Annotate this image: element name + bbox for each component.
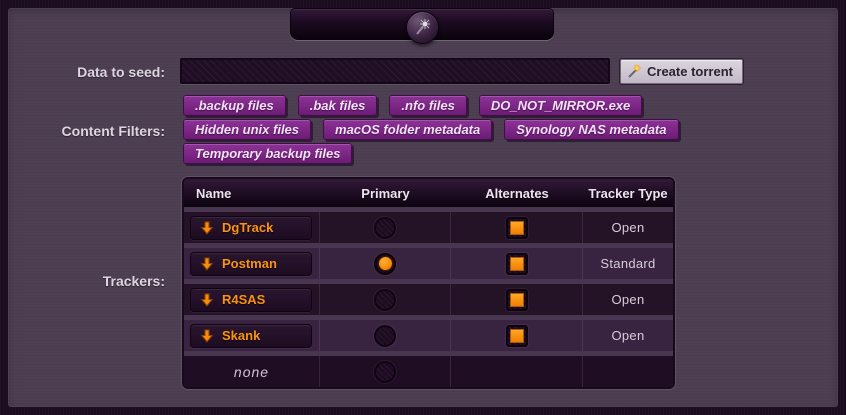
tracker-type-value: Standard bbox=[600, 256, 655, 271]
filter-chip-nfo-files[interactable]: .nfo files bbox=[389, 95, 466, 116]
tracker-row-dgtrack: DgTrack Open bbox=[184, 212, 673, 243]
download-arrow-icon bbox=[200, 293, 214, 307]
tracker-row-r4sas: R4SAS Open bbox=[184, 284, 673, 315]
filter-chip-macos-folder-metadata[interactable]: macOS folder metadata bbox=[323, 119, 492, 140]
filter-chip-temporary-backup-files[interactable]: Temporary backup files bbox=[183, 143, 352, 164]
primary-radio-dgtrack[interactable] bbox=[374, 217, 396, 239]
download-arrow-icon bbox=[200, 221, 214, 235]
download-arrow-icon bbox=[200, 257, 214, 271]
tracker-name-label: Skank bbox=[222, 328, 260, 343]
tracker-type-value: Open bbox=[611, 220, 644, 235]
trackers-table-body: DgTrack Open Postman bbox=[184, 207, 673, 387]
collapse-handle-bar bbox=[290, 8, 554, 40]
content-filters-label: Content Filters: bbox=[0, 123, 165, 139]
filter-chip-row-1: .backup files .bak files .nfo files DO_N… bbox=[183, 95, 642, 116]
tracker-name-button-dgtrack[interactable]: DgTrack bbox=[190, 216, 312, 240]
tracker-none-label: none bbox=[234, 364, 269, 380]
tracker-row-postman: Postman Standard bbox=[184, 248, 673, 279]
download-arrow-icon bbox=[200, 329, 214, 343]
column-header-name: Name bbox=[184, 186, 320, 201]
primary-radio-none[interactable] bbox=[374, 361, 396, 383]
filter-chip-backup-files[interactable]: .backup files bbox=[183, 95, 286, 116]
filter-chip-row-2: Hidden unix files macOS folder metadata … bbox=[183, 119, 679, 140]
trackers-table-header: Name Primary Alternates Tracker Type bbox=[184, 179, 673, 207]
magic-wand-icon bbox=[627, 64, 642, 79]
create-torrent-button-label: Create torrent bbox=[647, 64, 733, 79]
filter-chip-row-3: Temporary backup files bbox=[183, 143, 352, 164]
alternates-checkbox-dgtrack[interactable] bbox=[506, 217, 528, 239]
data-to-seed-label: Data to seed: bbox=[0, 64, 165, 80]
primary-radio-skank[interactable] bbox=[374, 325, 396, 347]
alternates-checkbox-skank[interactable] bbox=[506, 325, 528, 347]
data-to-seed-input[interactable] bbox=[180, 58, 610, 84]
tracker-name-button-skank[interactable]: Skank bbox=[190, 324, 312, 348]
alternates-checkbox-postman[interactable] bbox=[506, 253, 528, 275]
torrent-creator-window: Data to seed: Create torrent Content Fil… bbox=[0, 0, 846, 415]
create-torrent-button[interactable]: Create torrent bbox=[620, 59, 743, 84]
tracker-name-label: DgTrack bbox=[222, 220, 273, 235]
alternates-checkbox-r4sas[interactable] bbox=[506, 289, 528, 311]
column-header-tracker-type: Tracker Type bbox=[583, 186, 673, 201]
primary-radio-r4sas[interactable] bbox=[374, 289, 396, 311]
trackers-table: Name Primary Alternates Tracker Type DgT… bbox=[182, 177, 675, 389]
trackers-label: Trackers: bbox=[0, 273, 165, 289]
tracker-name-button-r4sas[interactable]: R4SAS bbox=[190, 288, 312, 312]
tracker-name-button-postman[interactable]: Postman bbox=[190, 252, 312, 276]
tracker-row-none: none bbox=[184, 356, 673, 387]
tracker-type-value: Open bbox=[611, 328, 644, 343]
tracker-type-value: Open bbox=[611, 292, 644, 307]
filter-chip-hidden-unix-files[interactable]: Hidden unix files bbox=[183, 119, 311, 140]
filter-chip-do-not-mirror[interactable]: DO_NOT_MIRROR.exe bbox=[479, 95, 642, 116]
collapse-knob-button[interactable] bbox=[406, 11, 439, 44]
column-header-alternates: Alternates bbox=[451, 186, 583, 201]
filter-chip-bak-files[interactable]: .bak files bbox=[298, 95, 378, 116]
filter-chip-synology-nas-metadata[interactable]: Synology NAS metadata bbox=[504, 119, 678, 140]
tracker-row-skank: Skank Open bbox=[184, 320, 673, 351]
column-header-primary: Primary bbox=[320, 186, 451, 201]
primary-radio-postman[interactable] bbox=[374, 253, 396, 275]
tracker-name-label: R4SAS bbox=[222, 292, 265, 307]
tracker-name-label: Postman bbox=[222, 256, 277, 271]
